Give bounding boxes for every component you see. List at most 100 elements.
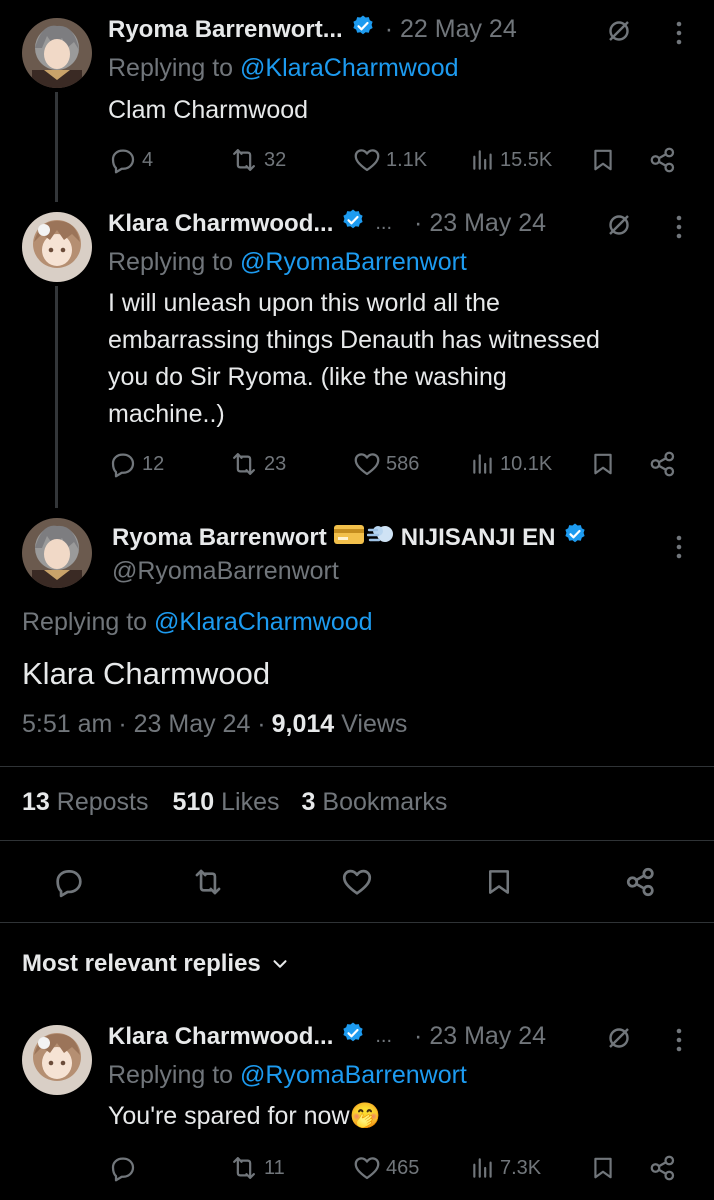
display-name[interactable]: Ryoma Barrenwort xyxy=(112,524,327,552)
like-button[interactable]: 1.1K xyxy=(352,144,427,176)
divider xyxy=(0,922,714,923)
views-count: 7.3K xyxy=(500,1156,542,1179)
more-options-icon[interactable] xyxy=(674,20,684,51)
display-name[interactable]: Klara Charmwood... xyxy=(108,1023,333,1051)
tweet-date[interactable]: · 23 May 24 · xyxy=(118,710,265,739)
replies-sort-label: Most relevant replies xyxy=(22,950,261,977)
repost-icon xyxy=(233,453,255,475)
reply-button[interactable] xyxy=(52,865,86,904)
likes-count: 510 xyxy=(172,788,215,816)
share-button[interactable] xyxy=(648,1152,678,1184)
tweet-date[interactable]: · 23 May 24 xyxy=(414,1022,546,1051)
repost-icon xyxy=(233,1157,255,1179)
views-count: 10.1K xyxy=(500,452,553,475)
verified-badge-icon xyxy=(341,208,365,239)
share-button[interactable] xyxy=(648,144,678,176)
bookmark-button[interactable] xyxy=(484,865,514,904)
avatar[interactable] xyxy=(22,518,92,588)
display-name-suffix: NIJISANJI EN xyxy=(400,523,556,551)
main-tweet-text: Klara Charmwood xyxy=(22,656,271,691)
action-bar: 12 23 586 10.1K xyxy=(108,448,688,480)
grok-icon[interactable] xyxy=(606,18,632,49)
views-button[interactable]: 7.3K xyxy=(470,1152,541,1184)
tweet-date[interactable]: · 22 May 24 xyxy=(385,15,517,44)
reply-button[interactable]: 4 xyxy=(108,144,153,176)
bookmark-button[interactable] xyxy=(590,1152,616,1184)
reply-button[interactable]: 12 xyxy=(108,448,164,480)
replying-to: Replying to @KlaraCharmwood xyxy=(108,54,459,83)
badge-overflow: ... xyxy=(375,212,393,234)
reply-icon xyxy=(111,453,135,478)
repost-button[interactable]: 32 xyxy=(228,144,286,176)
replying-to-handle[interactable]: @RyomaBarrenwort xyxy=(240,248,467,276)
reply-count: 4 xyxy=(142,148,154,171)
like-button[interactable]: 586 xyxy=(352,448,419,480)
replying-to-label: Replying to xyxy=(22,608,148,636)
display-name[interactable]: Ryoma Barrenwort... xyxy=(108,16,343,44)
dash-emoji-icon xyxy=(366,522,395,553)
grok-icon[interactable] xyxy=(606,212,632,243)
views-button[interactable]: 10.1K xyxy=(470,448,552,480)
grok-icon[interactable] xyxy=(606,1025,632,1056)
views-icon xyxy=(473,150,492,170)
handle[interactable]: @RyomaBarrenwort xyxy=(112,557,339,586)
reply-button[interactable] xyxy=(108,1152,142,1184)
views-button[interactable]: 15.5K xyxy=(470,144,552,176)
more-options-icon[interactable] xyxy=(674,214,684,245)
verified-badge-icon xyxy=(351,14,375,45)
share-button[interactable] xyxy=(624,865,658,904)
reposts-stat[interactable]: 13 Reposts xyxy=(22,788,148,817)
bookmark-icon xyxy=(594,149,612,171)
replying-to-handle[interactable]: @KlaraCharmwood xyxy=(154,608,373,636)
like-count: 586 xyxy=(386,452,420,475)
action-bar: 4 32 1.1K 15.5K xyxy=(108,144,688,176)
replying-to: Replying to @RyomaBarrenwort xyxy=(108,1061,467,1090)
main-tweet-timestamp: 5:51 am · 23 May 24 · 9,014 Views xyxy=(22,710,407,739)
repost-icon xyxy=(233,149,255,171)
heart-icon xyxy=(342,869,372,895)
like-count: 465 xyxy=(386,1156,420,1179)
display-name[interactable]: Klara Charmwood... xyxy=(108,210,333,238)
credit-card-emoji-icon xyxy=(333,522,365,553)
bookmark-button[interactable] xyxy=(590,448,616,480)
bookmarks-stat[interactable]: 3 Bookmarks xyxy=(302,788,448,817)
tweet-text: Clam Charmwood xyxy=(108,96,309,124)
bookmarks-label: Bookmarks xyxy=(322,788,448,816)
like-count: 1.1K xyxy=(386,148,428,171)
repost-button[interactable]: 23 xyxy=(228,448,286,480)
verified-badge-icon xyxy=(341,1021,365,1052)
heart-icon xyxy=(354,149,380,172)
tweet-text: You're spared for now🤭 xyxy=(108,1098,381,1135)
bookmark-button[interactable] xyxy=(590,144,616,176)
share-button[interactable] xyxy=(648,448,678,480)
likes-label: Likes xyxy=(221,788,280,816)
avatar[interactable] xyxy=(22,212,92,282)
reply-icon xyxy=(111,1157,135,1182)
like-button[interactable] xyxy=(340,865,374,904)
replying-to: Replying to @RyomaBarrenwort xyxy=(108,248,467,277)
chevron-down-icon xyxy=(273,960,287,968)
heart-icon xyxy=(354,1157,380,1180)
tweet-header: Ryoma Barrenwort... · 22 May 24 xyxy=(108,14,517,45)
views-icon xyxy=(473,454,492,474)
replying-to: Replying to @KlaraCharmwood xyxy=(22,608,373,637)
share-icon xyxy=(626,867,654,897)
tweet-text-line: I will unleash upon this world all the xyxy=(108,289,500,317)
replying-to-handle[interactable]: @KlaraCharmwood xyxy=(240,54,459,82)
avatar[interactable] xyxy=(22,18,92,88)
replying-to-handle[interactable]: @RyomaBarrenwort xyxy=(240,1061,467,1089)
repost-count: 11 xyxy=(264,1156,285,1179)
likes-stat[interactable]: 510 Likes xyxy=(172,788,279,817)
tweet-time[interactable]: 5:51 am xyxy=(22,710,112,739)
more-options-icon[interactable] xyxy=(674,1027,684,1058)
repost-button[interactable] xyxy=(190,865,226,904)
tweet-date[interactable]: · 23 May 24 xyxy=(414,209,546,238)
reposts-label: Reposts xyxy=(56,788,149,816)
like-button[interactable]: 465 xyxy=(352,1152,419,1184)
replies-sort-dropdown[interactable]: Most relevant replies xyxy=(22,950,291,978)
verified-badge-icon xyxy=(563,522,587,553)
avatar[interactable] xyxy=(22,1025,92,1095)
replying-to-label: Replying to xyxy=(108,248,234,276)
more-options-icon[interactable] xyxy=(674,534,684,565)
repost-button[interactable]: 11 xyxy=(228,1152,285,1184)
